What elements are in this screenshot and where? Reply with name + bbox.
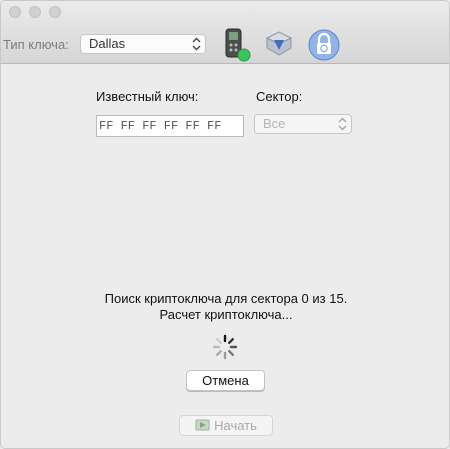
sector-value: Все	[263, 116, 286, 131]
lock-icon[interactable]	[308, 28, 340, 62]
status-line-calc: Расчет криптоключа...	[159, 307, 293, 322]
known-key-field[interactable]: FF FF FF FF FF FF	[96, 115, 244, 137]
status-line-search: Поиск криптоключа для сектора 0 из 15.	[104, 291, 348, 306]
close-window-button[interactable]	[9, 6, 21, 18]
app-window: Тип ключа: Dallas Известный ключ: FF FF …	[0, 0, 450, 449]
titlebar-toolbar: Тип ключа: Dallas	[1, 1, 449, 64]
key-type-label: Тип ключа:	[3, 37, 69, 52]
minimize-window-button[interactable]	[29, 6, 41, 18]
known-key-label: Известный ключ:	[96, 89, 199, 104]
import-arrow-icon[interactable]	[263, 28, 295, 62]
zoom-window-button[interactable]	[49, 6, 61, 18]
device-reader-icon[interactable]	[221, 28, 253, 62]
start-button[interactable]: Начать	[179, 415, 273, 436]
chevron-updown-icon	[338, 117, 347, 131]
start-button-label: Начать	[214, 418, 257, 433]
start-icon	[195, 419, 210, 431]
cancel-button[interactable]: Отмена	[186, 370, 265, 391]
key-type-select[interactable]: Dallas	[80, 34, 206, 54]
sector-select[interactable]: Все	[254, 114, 352, 134]
sector-label: Сектор:	[256, 89, 303, 104]
key-type-value: Dallas	[89, 36, 126, 51]
chevron-updown-icon	[192, 37, 201, 51]
progress-spinner-icon	[212, 334, 238, 360]
